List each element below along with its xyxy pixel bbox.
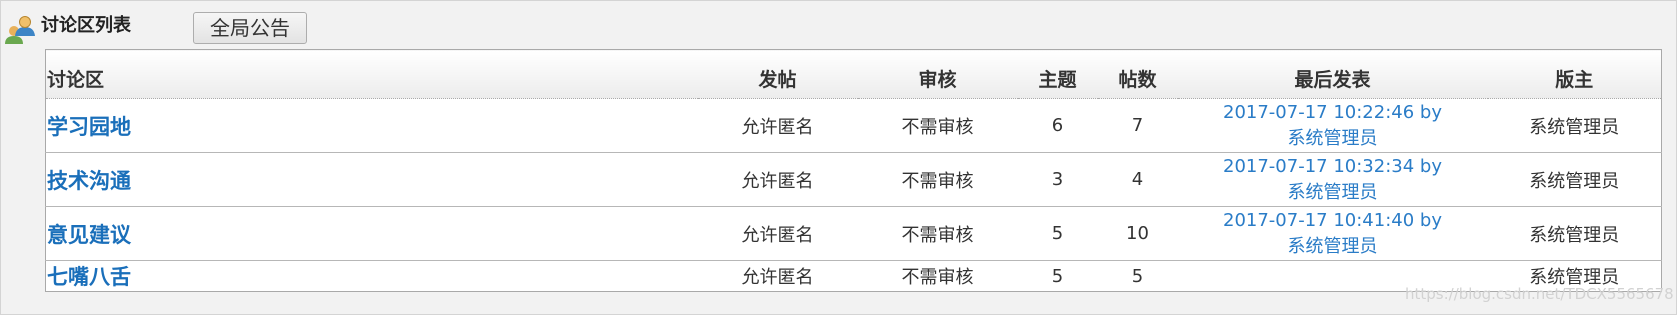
forum-name-cell: 技术沟通 xyxy=(45,152,698,207)
review-cell: 不需审核 xyxy=(901,116,974,138)
forum-table: 讨论区 发帖 审核 主题 帖数 最后发表 版主 学习园地 允许匿名 不需审核 6… xyxy=(45,49,1662,292)
watermark: https://blog.csdn.net/TDCX5565678 xyxy=(1405,285,1674,303)
forum-name-cell: 意见建议 xyxy=(45,206,698,261)
column-header-posts: 帖数 xyxy=(1097,49,1178,99)
last-post-cell: 2017-07-17 10:32:34 by 系统管理员 xyxy=(1177,152,1488,207)
topics-cell: 3 xyxy=(1017,152,1098,207)
post-mode-cell: 允许匿名 xyxy=(697,260,858,292)
moderator-cell: 系统管理员 xyxy=(1487,152,1662,207)
forum-name-cell: 学习园地 xyxy=(46,99,698,153)
review-cell: 不需审核 xyxy=(857,152,1018,207)
topics-cell: 6 xyxy=(1051,115,1064,136)
last-post-time-link[interactable]: 2017-07-17 10:32:34 by xyxy=(1178,154,1488,180)
last-post-time-link[interactable]: 2017-07-17 10:22:46 by xyxy=(1178,100,1488,126)
column-header-moderator: 版主 xyxy=(1487,49,1662,99)
column-header-review: 审核 xyxy=(857,49,1018,99)
last-post-user-link[interactable]: 系统管理员 xyxy=(1178,180,1488,206)
posts-cell: 4 xyxy=(1097,152,1178,207)
column-header-topics: 主题 xyxy=(1017,49,1098,99)
header-bar: 讨论区列表 全局公告 xyxy=(0,0,1677,50)
page-title: 讨论区列表 xyxy=(41,15,131,36)
posts-cell: 7 xyxy=(1131,115,1144,136)
forum-name-cell: 七嘴八舌 xyxy=(45,260,698,292)
global-announcement-button[interactable]: 全局公告 xyxy=(193,12,307,44)
post-mode-cell: 允许匿名 xyxy=(741,116,814,138)
posts-cell: 10 xyxy=(1097,206,1178,261)
moderator-cell: 系统管理员 xyxy=(1529,116,1620,138)
table-row: 意见建议 允许匿名 不需审核 5 10 2017-07-17 10:41:40 … xyxy=(45,206,1662,261)
last-post-time-link[interactable]: 2017-07-17 10:41:40 by xyxy=(1178,208,1488,234)
post-mode-cell: 允许匿名 xyxy=(697,206,858,261)
posts-cell: 5 xyxy=(1097,260,1178,292)
last-post-user-link[interactable]: 系统管理员 xyxy=(1178,234,1488,260)
forum-link[interactable]: 意见建议 xyxy=(47,223,131,247)
table-row: 学习园地 允许匿名 不需审核 6 7 2017-07-17 10:22:46 b… xyxy=(46,99,1662,153)
last-post-user-link[interactable]: 系统管理员 xyxy=(1178,126,1488,152)
users-group-icon xyxy=(3,13,37,45)
topics-cell: 5 xyxy=(1017,206,1098,261)
forum-link[interactable]: 技术沟通 xyxy=(47,169,131,193)
review-cell: 不需审核 xyxy=(857,206,1018,261)
table-header-row: 讨论区 发帖 审核 主题 帖数 最后发表 版主 xyxy=(45,49,1662,99)
column-header-post-mode: 发帖 xyxy=(697,49,858,99)
last-post-cell: 2017-07-17 10:22:46 by 系统管理员 xyxy=(1178,99,1488,153)
review-cell: 不需审核 xyxy=(857,260,1018,292)
last-post-cell: 2017-07-17 10:41:40 by 系统管理员 xyxy=(1177,206,1488,261)
table-row: 技术沟通 允许匿名 不需审核 3 4 2017-07-17 10:32:34 b… xyxy=(45,152,1662,207)
topics-cell: 5 xyxy=(1017,260,1098,292)
forum-link[interactable]: 学习园地 xyxy=(47,115,131,139)
moderator-cell: 系统管理员 xyxy=(1487,206,1662,261)
column-header-forum: 讨论区 xyxy=(45,49,698,99)
column-header-last-post: 最后发表 xyxy=(1177,49,1488,99)
forum-link[interactable]: 七嘴八舌 xyxy=(47,265,131,289)
post-mode-cell: 允许匿名 xyxy=(697,152,858,207)
